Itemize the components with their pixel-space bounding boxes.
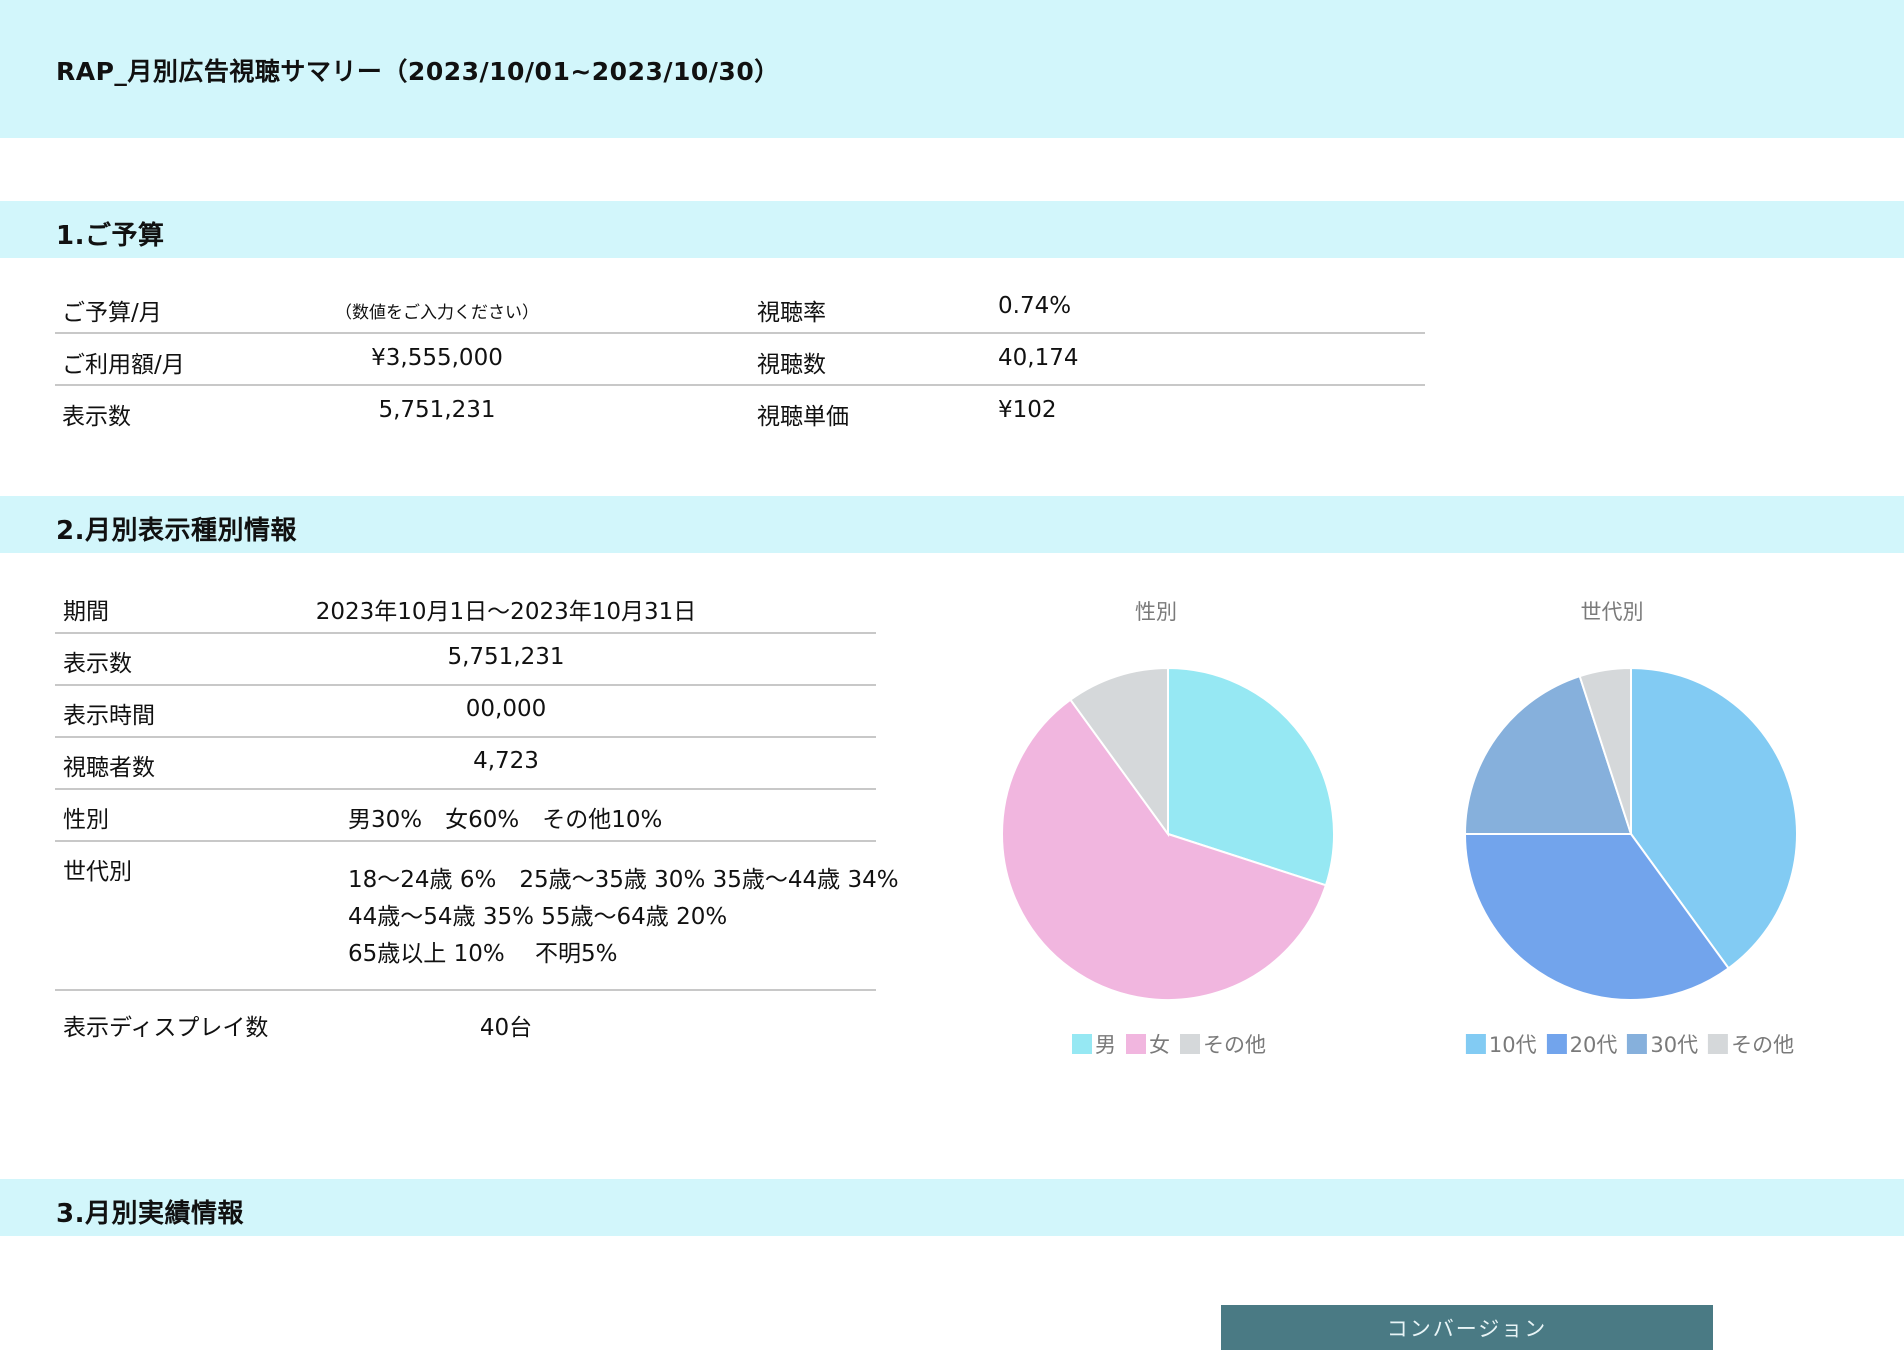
gender-value: 男30% 女60% その他10%: [348, 807, 663, 833]
budget-label: ご予算/月: [62, 300, 162, 326]
legend-swatch: [1627, 1034, 1648, 1054]
legend-label: 20代: [1569, 1033, 1618, 1057]
period-label: 期間: [63, 599, 109, 625]
impressions-value: 5,751,231: [447, 644, 565, 670]
impressions-label: 表示数: [62, 404, 131, 430]
generation-line: 44歳〜54歳 35% 55歳〜64歳 20%: [348, 904, 728, 930]
legend-item: 男: [1072, 1029, 1116, 1059]
viewers-label: 視聴者数: [63, 755, 155, 781]
display-time-value: 00,000: [465, 696, 547, 722]
unit-price-label: 視聴単価: [757, 404, 849, 430]
generation-legend: 10代 20代 30代 その他: [1465, 1029, 1794, 1059]
legend-swatch: [1708, 1034, 1729, 1054]
divider: [55, 332, 1425, 334]
legend-label: その他: [1203, 1033, 1266, 1057]
legend-item: 20代: [1546, 1029, 1618, 1059]
gender-pie: [1001, 666, 1335, 1001]
divider: [55, 632, 876, 634]
displays-value: 40台: [479, 1015, 533, 1041]
section-results-title: 3.月別実績情報: [56, 1199, 244, 1229]
usage-value: ¥3,555,000: [371, 345, 503, 371]
section-budget-header: 1.ご予算: [0, 201, 1904, 258]
period-value: 2023年10月1日〜2023年10月31日: [315, 599, 697, 625]
section-display-title: 2.月別表示種別情報: [56, 516, 297, 546]
usage-label: ご利用額/月: [62, 352, 185, 378]
legend-label: 女: [1149, 1033, 1170, 1057]
generation-label: 世代別: [63, 859, 132, 885]
gender-label: 性別: [63, 807, 109, 833]
divider: [55, 788, 876, 790]
legend-item: 10代: [1465, 1029, 1537, 1059]
legend-item: その他: [1180, 1029, 1266, 1059]
impressions-label: 表示数: [63, 651, 132, 677]
view-rate-label: 視聴率: [757, 300, 826, 326]
divider: [55, 989, 876, 991]
legend-swatch: [1126, 1034, 1146, 1054]
generation-line: 65歳以上 10% 不明5%: [348, 941, 618, 967]
page-title: RAP_月別広告視聴サマリー（2023/10/01~2023/10/30）: [56, 57, 780, 86]
divider: [55, 840, 876, 842]
conversion-header: コンバージョン: [1221, 1305, 1713, 1350]
views-value: 40,174: [998, 345, 1079, 371]
divider: [55, 684, 876, 686]
legend-swatch: [1180, 1034, 1200, 1054]
budget-value: （数値をご入力ください）: [335, 303, 539, 323]
legend-swatch: [1465, 1034, 1486, 1054]
section-display-header: 2.月別表示種別情報: [0, 496, 1904, 553]
view-rate-value: 0.74%: [998, 293, 1072, 319]
legend-swatch: [1546, 1034, 1567, 1054]
gender-legend: 男 女 その他: [1072, 1029, 1266, 1059]
generation-pie: [1463, 666, 1798, 1001]
section-results-header: 3.月別実績情報: [0, 1179, 1904, 1236]
legend-item: 30代: [1627, 1029, 1698, 1059]
display-time-label: 表示時間: [63, 703, 155, 729]
legend-label: その他: [1731, 1033, 1795, 1057]
section-budget-title: 1.ご予算: [56, 221, 165, 251]
page-header: RAP_月別広告視聴サマリー（2023/10/01~2023/10/30）: [0, 0, 1904, 138]
unit-price-value: ¥102: [998, 397, 1057, 423]
chart-title: 世代別: [1580, 600, 1644, 624]
legend-label: 10代: [1488, 1033, 1537, 1057]
viewers-value: 4,723: [473, 748, 539, 774]
divider: [55, 736, 876, 738]
legend-item: その他: [1708, 1029, 1794, 1059]
generation-line: 18〜24歳 6% 25歳〜35歳 30% 35歳〜44歳 34%: [348, 867, 899, 893]
legend-label: 男: [1095, 1033, 1116, 1057]
displays-label: 表示ディスプレイ数: [63, 1015, 269, 1041]
legend-label: 30代: [1650, 1033, 1699, 1057]
views-label: 視聴数: [757, 352, 826, 378]
divider: [55, 384, 1425, 386]
legend-swatch: [1072, 1034, 1092, 1054]
legend-item: 女: [1126, 1029, 1170, 1059]
impressions-value: 5,751,231: [378, 397, 496, 423]
chart-title: 性別: [1135, 600, 1177, 624]
